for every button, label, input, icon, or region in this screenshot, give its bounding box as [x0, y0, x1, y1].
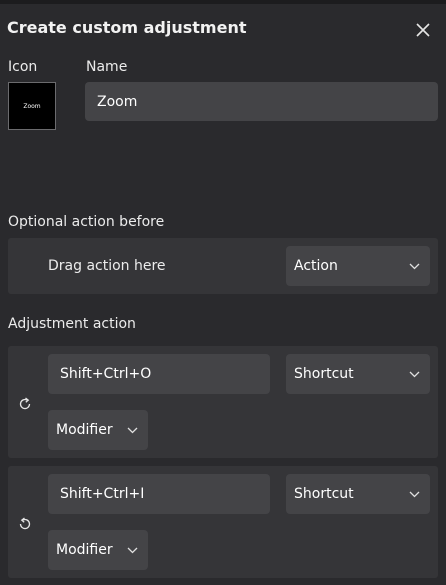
adjustment-action-heading: Adjustment action	[8, 316, 136, 332]
chevron-down-icon	[409, 263, 420, 269]
rotate-counterclockwise-icon	[17, 516, 33, 532]
shortcut-input-value: Shift+Ctrl+O	[60, 366, 152, 382]
shortcut-input-value: Shift+Ctrl+I	[60, 486, 145, 502]
chevron-down-icon	[409, 371, 420, 377]
chevron-down-icon	[127, 547, 138, 553]
rotate-clockwise-icon	[17, 396, 33, 412]
optional-action-card[interactable]: Drag action here Action	[8, 238, 438, 294]
drag-action-placeholder: Drag action here	[48, 258, 166, 274]
dialog-title: Create custom adjustment	[7, 18, 247, 37]
name-input-value: Zoom	[97, 93, 138, 110]
name-label: Name	[86, 59, 128, 75]
icon-label: Icon	[8, 59, 38, 75]
action-type-select[interactable]: Action	[286, 246, 430, 286]
custom-adjustment-dialog: Create custom adjustment Icon Name Zoom …	[0, 0, 446, 585]
icon-preview-text: Zoom	[23, 102, 41, 110]
modifier-select[interactable]: Modifier	[48, 410, 148, 450]
modifier-select[interactable]: Modifier	[48, 530, 148, 570]
icon-preview[interactable]: Zoom	[8, 82, 56, 130]
close-icon	[416, 23, 430, 37]
chevron-down-icon	[409, 491, 420, 497]
action-type-select-value: Action	[294, 258, 338, 274]
modifier-select-value: Modifier	[56, 542, 113, 558]
shortcut-type-select[interactable]: Shortcut	[286, 354, 430, 394]
close-button[interactable]	[410, 17, 436, 43]
shortcut-type-select[interactable]: Shortcut	[286, 474, 430, 514]
chevron-down-icon	[127, 427, 138, 433]
shortcut-input[interactable]: Shift+Ctrl+O	[48, 354, 270, 394]
optional-action-heading: Optional action before	[8, 214, 165, 230]
shortcut-input[interactable]: Shift+Ctrl+I	[48, 474, 270, 514]
adjustment-row-clockwise: Shift+Ctrl+O Shortcut Modifier	[8, 346, 438, 458]
adjustment-row-counterclockwise: Shift+Ctrl+I Shortcut Modifier	[8, 466, 438, 578]
shortcut-type-select-value: Shortcut	[294, 486, 354, 502]
shortcut-type-select-value: Shortcut	[294, 366, 354, 382]
name-input[interactable]: Zoom	[85, 82, 438, 121]
modifier-select-value: Modifier	[56, 422, 113, 438]
